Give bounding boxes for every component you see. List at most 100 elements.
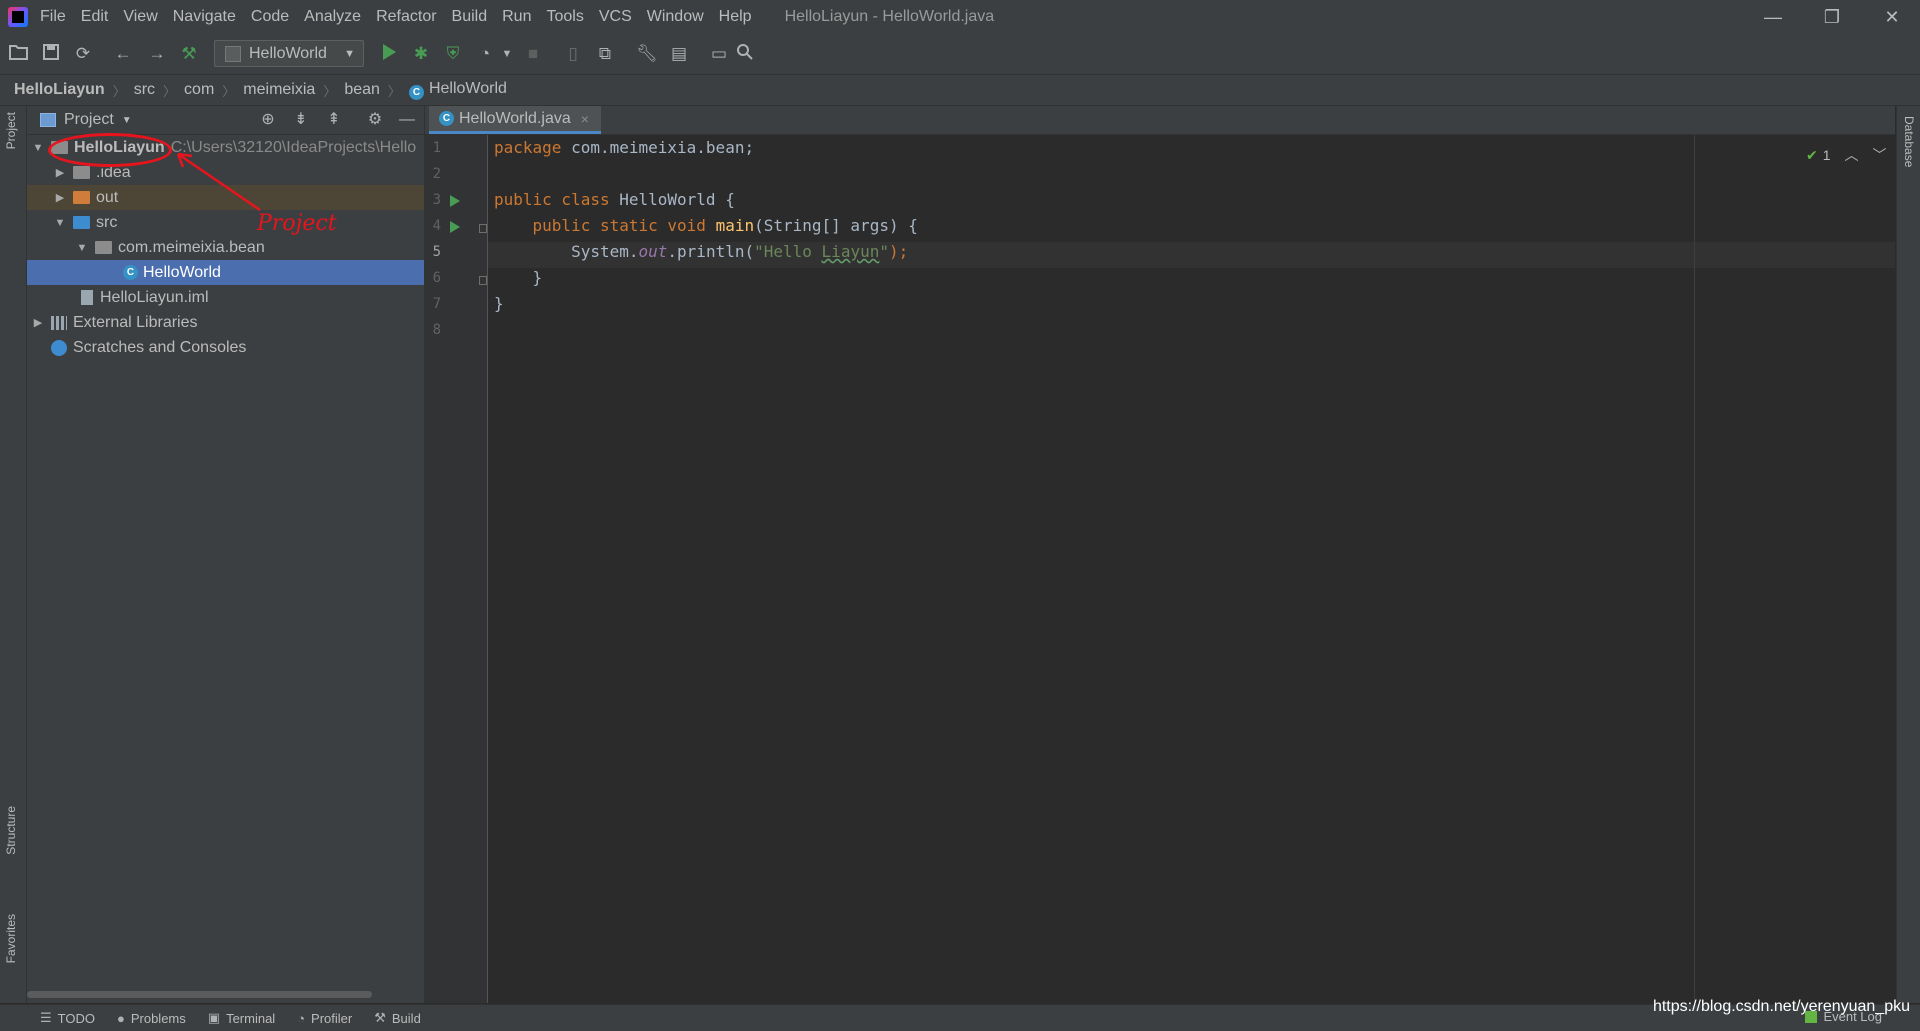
project-panel-title[interactable]: Project xyxy=(64,111,114,129)
tree-item-helloworld[interactable]: C HelloWorld xyxy=(27,260,424,285)
profile-icon[interactable]: ◔ xyxy=(474,43,496,65)
tree-item-label: com.meimeixia.bean xyxy=(118,238,265,256)
profile-dropdown-icon[interactable]: ▼ xyxy=(496,43,518,65)
sdk-icon[interactable]: ⧉ xyxy=(594,43,616,65)
run-icon[interactable] xyxy=(378,43,400,65)
code-text: com.meimeixia.bean; xyxy=(571,138,755,157)
save-icon[interactable] xyxy=(40,43,62,65)
line-number: 3 xyxy=(432,192,441,208)
menu-code[interactable]: Code xyxy=(251,8,289,26)
right-tool-stripe: Database xyxy=(1896,106,1920,1003)
chevron-right-icon[interactable]: ▶ xyxy=(53,191,67,204)
inspection-widget[interactable]: ✔ 1 ︿ ﹀ xyxy=(1806,145,1887,165)
chevron-down-icon[interactable]: ▼ xyxy=(75,242,89,254)
wrench-icon[interactable]: 🔧︎ xyxy=(636,43,658,65)
locate-icon[interactable]: ⊕ xyxy=(258,110,278,130)
favorites-tool-tab[interactable]: Favorites xyxy=(4,914,18,963)
collapse-all-icon[interactable]: ⇞ xyxy=(324,110,344,130)
code-editor[interactable]: package com.meimeixia.bean; public class… xyxy=(488,135,1895,1003)
close-window-button[interactable]: ✕ xyxy=(1864,0,1920,34)
menu-tools[interactable]: Tools xyxy=(546,8,583,26)
menu-navigate[interactable]: Navigate xyxy=(173,8,236,26)
expand-all-icon[interactable]: ⇟ xyxy=(291,110,311,130)
breadcrumb-com[interactable]: com xyxy=(180,81,218,99)
menu-edit[interactable]: Edit xyxy=(81,8,109,26)
menu-file[interactable]: File xyxy=(40,8,66,26)
breadcrumb-src[interactable]: src xyxy=(130,81,159,99)
menu-window[interactable]: Window xyxy=(647,8,704,26)
breadcrumb-project[interactable]: HelloLiayun xyxy=(0,81,109,99)
line-number: 5 xyxy=(432,244,441,260)
restore-button[interactable]: ❐ xyxy=(1804,0,1860,34)
project-panel-header: Project ▼ ⊕ ⇟ ⇞ ⚙ — xyxy=(27,106,424,135)
tree-item-package[interactable]: ▼ com.meimeixia.bean xyxy=(27,235,424,260)
database-tool-tab[interactable]: Database xyxy=(1902,116,1916,167)
package-icon xyxy=(95,241,112,254)
editor-tab-bar: C HelloWorld.java × xyxy=(425,106,1895,135)
code-line-3: public class HelloWorld { xyxy=(494,187,735,213)
run-gutter-icon[interactable] xyxy=(450,195,460,207)
open-folder-icon[interactable] xyxy=(8,43,30,65)
code-text: .println( xyxy=(667,242,755,261)
project-tool-tab[interactable]: Project xyxy=(4,112,18,149)
presentation-icon[interactable]: ▭ xyxy=(708,43,730,65)
status-bar: ☰ TODO ● Problems ▣ Terminal ◔ Profiler ⚒ Bui… xyxy=(0,1004,1920,1031)
breadcrumb-meimeixia[interactable]: meimeixia xyxy=(239,81,319,99)
project-panel: Project ▼ ⊕ ⇟ ⇞ ⚙ — ▼ HelloLiayun C:\Use… xyxy=(27,106,425,1003)
chevron-down-icon[interactable]: ▼ xyxy=(53,217,67,229)
coverage-icon[interactable]: ⛨ xyxy=(442,43,464,65)
tree-item-iml[interactable]: HelloLiayun.iml xyxy=(27,285,424,310)
chevron-right-icon[interactable]: ▶ xyxy=(31,316,45,329)
build-hammer-icon[interactable]: ⚒ xyxy=(178,43,200,65)
menu-analyze[interactable]: Analyze xyxy=(304,8,361,26)
forward-icon[interactable]: → xyxy=(146,43,168,65)
back-icon[interactable]: ← xyxy=(112,43,134,65)
java-class-icon: C xyxy=(408,85,424,100)
status-profiler[interactable]: ◔ Profiler xyxy=(297,1011,352,1026)
attach-icon[interactable]: ▯ xyxy=(562,43,584,65)
menu-help[interactable]: Help xyxy=(719,8,752,26)
breadcrumb-helloworld[interactable]: C HelloWorld xyxy=(405,80,511,100)
tree-item-label: Scratches and Consoles xyxy=(73,338,247,356)
menu-vcs[interactable]: VCS xyxy=(599,8,632,26)
status-todo[interactable]: ☰ TODO xyxy=(40,1010,95,1026)
menu-refactor[interactable]: Refactor xyxy=(376,8,436,26)
chevron-down-icon[interactable]: ▼ xyxy=(31,142,45,154)
run-gutter-icon[interactable] xyxy=(450,221,460,233)
menu-view[interactable]: View xyxy=(123,8,157,26)
tab-helloworld-java[interactable]: C HelloWorld.java × xyxy=(429,106,601,134)
stop-icon[interactable]: ■ xyxy=(522,43,544,65)
string-literal-typo: Liayun xyxy=(821,242,880,261)
sync-icon[interactable]: ⟳ xyxy=(72,43,94,65)
fold-marker-icon[interactable] xyxy=(479,224,487,233)
gear-icon[interactable]: ⚙ xyxy=(365,110,385,130)
status-terminal[interactable]: ▣ Terminal xyxy=(208,1010,275,1026)
run-config-selector[interactable]: HelloWorld ▼ xyxy=(214,40,364,67)
menu-build[interactable]: Build xyxy=(452,8,488,26)
chevron-right-icon[interactable]: ▶ xyxy=(53,166,67,179)
status-label: Build xyxy=(391,1010,421,1026)
breadcrumb-bean[interactable]: bean xyxy=(340,81,384,99)
status-label: TODO xyxy=(57,1010,95,1026)
menu-run[interactable]: Run xyxy=(502,8,531,26)
status-build[interactable]: ⚒ Build xyxy=(374,1010,421,1026)
close-icon[interactable]: × xyxy=(581,111,589,127)
chevron-down-icon[interactable]: ▼ xyxy=(122,115,132,126)
tree-item-external-libraries[interactable]: ▶ External Libraries xyxy=(27,310,424,335)
tree-item-scratches[interactable]: Scratches and Consoles xyxy=(27,335,424,360)
terminal-icon: ▣ xyxy=(207,1010,221,1025)
project-structure-icon[interactable]: ▤ xyxy=(668,43,690,65)
fold-marker-icon[interactable] xyxy=(479,276,487,285)
structure-tool-tab[interactable]: Structure xyxy=(4,806,18,855)
chevron-down-icon[interactable]: ﹀ xyxy=(1873,145,1887,165)
search-icon[interactable] xyxy=(734,43,756,65)
hide-panel-icon[interactable]: — xyxy=(397,110,417,130)
chevron-up-icon[interactable]: ︿ xyxy=(1845,145,1859,165)
line-number: 7 xyxy=(432,296,441,312)
horizontal-scrollbar[interactable] xyxy=(27,991,372,998)
debug-icon[interactable]: ✱ xyxy=(410,43,432,65)
status-problems[interactable]: ● Problems xyxy=(117,1011,186,1026)
code-text: (String[] args) { xyxy=(754,216,918,235)
minimize-button[interactable]: — xyxy=(1745,0,1801,34)
